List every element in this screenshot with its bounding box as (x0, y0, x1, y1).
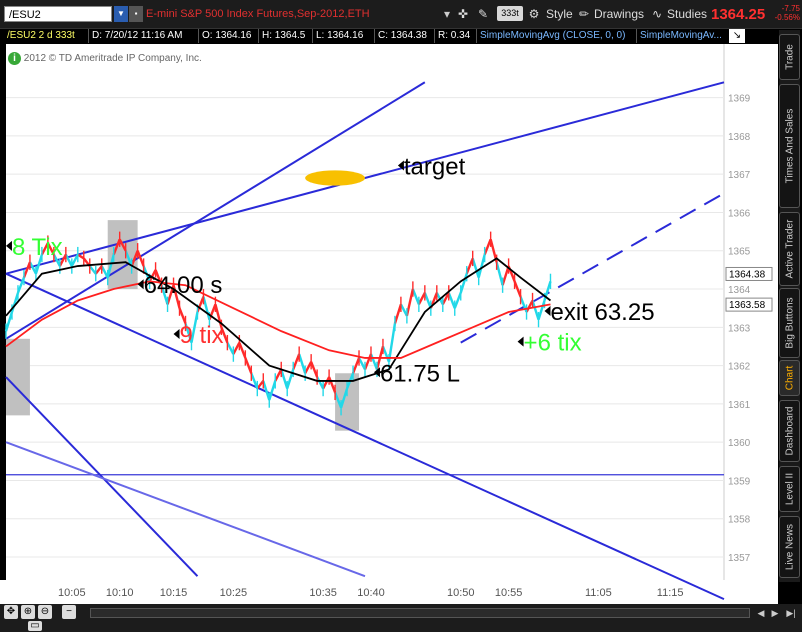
horizontal-scrollbar[interactable] (90, 608, 750, 618)
side-tab-times-and-sales[interactable]: Times And Sales (779, 84, 800, 208)
x-tick-label: 10:35 (309, 587, 337, 599)
y-tick-label: 1362 (728, 362, 751, 373)
annotation-text: 9 tix (180, 322, 224, 349)
drawings-button[interactable]: Drawings (594, 5, 644, 23)
wrench-icon[interactable]: ✎ (475, 5, 491, 23)
highlight-box (6, 338, 30, 416)
y-tick-label: 1357 (728, 553, 751, 564)
x-tick-label: 11:05 (585, 587, 612, 599)
style-button[interactable]: Style (546, 5, 573, 23)
y-tick-label: 1360 (728, 438, 751, 449)
side-tab-big-buttons[interactable]: Big Buttons (779, 288, 800, 358)
price-label: 1363.58 (729, 300, 766, 311)
zoom-reset-icon[interactable]: ▭ (28, 621, 42, 631)
side-tab-bar: Trade Times And Sales Active Trader Big … (779, 30, 800, 582)
y-tick-label: 1368 (728, 132, 751, 143)
info-high: H: 1364.5 (258, 29, 312, 43)
y-tick-label: 1358 (728, 515, 751, 526)
y-tick-label: 1365 (728, 247, 751, 258)
info-open: O: 1364.16 (198, 29, 258, 43)
price-axis-area (724, 44, 778, 580)
info-circle-icon: i (8, 52, 21, 65)
crosshair-icon[interactable]: ✜ (455, 5, 471, 23)
symbol-link-icon[interactable]: ▪ (129, 6, 143, 22)
side-tab-level-ii[interactable]: Level II (779, 466, 800, 512)
price-label: 1364.38 (729, 269, 766, 280)
chart-info-bar: /ESU2 2 d 333t D: 7/20/12 11:16 AM O: 13… (4, 29, 726, 43)
scroll-right-icon[interactable]: ▶ (769, 607, 781, 619)
chart-toolbar: /ESU2 ▼ ▪ E-mini S&P 500 Index Futures,S… (0, 0, 802, 29)
zoom-minus-icon[interactable]: − (62, 605, 76, 619)
x-tick-label: 10:50 (447, 587, 475, 599)
x-tick-label: 10:15 (160, 587, 188, 599)
scroll-left-icon[interactable]: ◀ (755, 607, 767, 619)
x-tick-label: 10:05 (58, 587, 86, 599)
x-tick-label: 10:25 (220, 587, 248, 599)
x-tick-label: 10:55 (495, 587, 523, 599)
side-tab-live-news[interactable]: Live News (779, 516, 800, 578)
timeframe-badge[interactable]: 333t (497, 6, 523, 21)
info-study-sma-1[interactable]: SimpleMovingAvg (CLOSE, 0, 0) (476, 29, 636, 43)
x-tick-label: 11:15 (657, 587, 684, 599)
y-tick-label: 1367 (728, 170, 751, 181)
zoom-out-icon[interactable]: ⊖ (38, 605, 52, 619)
last-price: 1364.25 (711, 6, 766, 23)
collapse-icon[interactable]: ↘ (729, 29, 745, 43)
info-range: R: 0.34 (434, 29, 476, 43)
annotation-text: 8 Tix (12, 234, 63, 261)
info-study-sma-2[interactable]: SimpleMovingAv... (636, 29, 726, 43)
annotation-text: +6 tix (524, 330, 582, 357)
studies-button[interactable]: Studies (667, 5, 707, 23)
y-tick-label: 1363 (728, 323, 751, 334)
info-close: C: 1364.38 (374, 29, 434, 43)
info-low: L: 1364.16 (312, 29, 374, 43)
side-tab-active-trader[interactable]: Active Trader (779, 212, 800, 286)
y-tick-label: 1359 (728, 476, 751, 487)
symbol-dropdown-icon[interactable]: ▼ (114, 6, 128, 22)
side-tab-chart[interactable]: Chart (779, 360, 800, 396)
annotation-text: exit 63.25 (550, 299, 654, 326)
info-symbol-period: /ESU2 2 d 333t (7, 30, 75, 41)
highlight-box (107, 220, 138, 290)
y-tick-label: 1364 (728, 285, 751, 296)
x-tick-label: 10:40 (357, 587, 385, 599)
y-tick-label: 1366 (728, 208, 751, 219)
symbol-input[interactable]: /ESU2 (4, 6, 112, 22)
studies-icon[interactable]: ∿ (650, 5, 664, 23)
chevron-down-icon[interactable]: ▾ (440, 5, 454, 23)
annotation-text: 61.75 L (380, 360, 460, 387)
copyright-notice: i 2012 © TD Ameritrade IP Company, Inc. (8, 52, 202, 66)
price-change: -7.75 -0.56% (770, 4, 800, 22)
chart-bottom-bar: ✥ ⊕ ⊖ − ▭ ◀ ▶ ▶| (0, 604, 802, 632)
info-date: D: 7/20/12 11:16 AM (88, 29, 198, 43)
side-tab-dashboard[interactable]: Dashboard (779, 400, 800, 462)
symbol-title: E-mini S&P 500 Index Futures,Sep-2012,ET… (146, 8, 370, 20)
annotation-text: target (404, 154, 466, 181)
y-tick-label: 1369 (728, 94, 751, 105)
x-tick-label: 10:10 (106, 587, 134, 599)
change-value: -7.75 (781, 4, 800, 13)
scroll-end-icon[interactable]: ▶| (785, 607, 797, 619)
price-chart[interactable]: 1357 1358 1359 1360 1361 1362 1363 1364 1365 1366… (0, 0, 802, 632)
side-tab-trade[interactable]: Trade (779, 34, 800, 80)
annotation-text: 64.00 s (144, 272, 223, 299)
copyright-text: 2012 © TD Ameritrade IP Company, Inc. (23, 53, 202, 64)
y-tick-label: 1361 (728, 400, 751, 411)
change-percent: -0.56% (774, 13, 800, 22)
drawings-icon[interactable]: ✏ (577, 5, 591, 23)
zoom-in-icon[interactable]: ⊕ (21, 605, 35, 619)
pan-icon[interactable]: ✥ (4, 605, 18, 619)
settings-icon[interactable]: ⚙ (527, 5, 541, 23)
target-ellipse (305, 170, 366, 186)
